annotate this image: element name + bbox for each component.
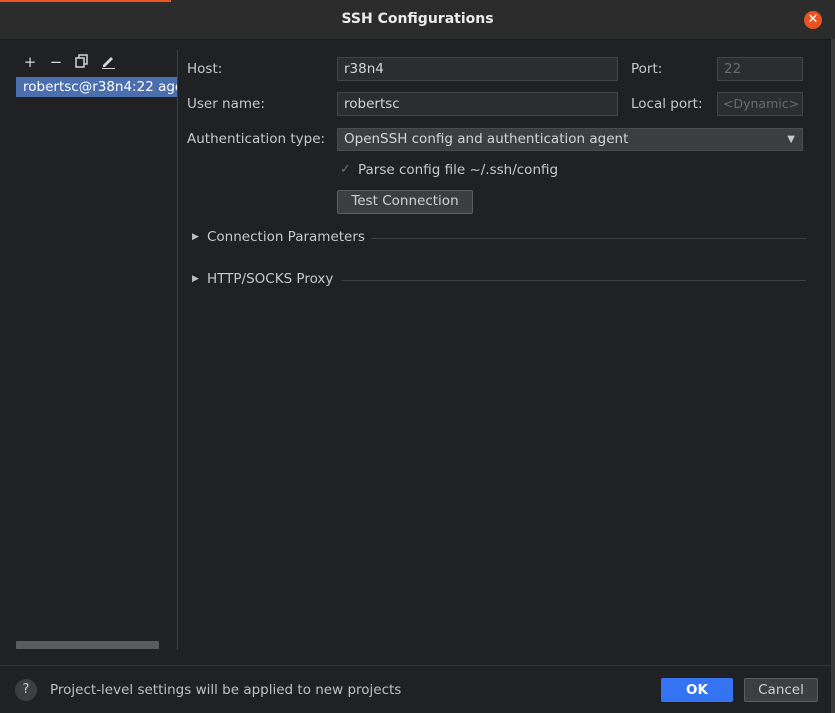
username-label: User name: (187, 96, 265, 112)
auth-type-value: OpenSSH config and authentication agent (344, 131, 629, 147)
local-port-label: Local port: (631, 96, 703, 112)
horizontal-scrollbar[interactable] (16, 641, 159, 649)
ok-button[interactable]: OK (661, 678, 733, 702)
section-divider (371, 238, 806, 239)
checkmark-icon: ✓ (340, 162, 351, 177)
list-toolbar: + − (22, 54, 116, 70)
section-divider (342, 280, 806, 281)
cancel-button[interactable]: Cancel (744, 678, 818, 702)
add-icon[interactable]: + (22, 54, 38, 70)
title-bar: SSH Configurations ✕ (0, 0, 835, 40)
pane-divider[interactable] (177, 50, 178, 650)
footer-divider (0, 665, 831, 666)
port-label: Port: (631, 61, 663, 77)
username-input[interactable]: robertsc (337, 92, 618, 116)
remove-icon[interactable]: − (48, 54, 64, 70)
help-icon[interactable]: ? (15, 679, 37, 701)
http-socks-proxy-section[interactable]: ▶ HTTP/SOCKS Proxy (192, 271, 333, 287)
window-edge (831, 39, 835, 713)
footer-message: Project-level settings will be applied t… (50, 682, 402, 698)
accent-strip (0, 0, 171, 2)
section-label: HTTP/SOCKS Proxy (207, 271, 334, 287)
auth-type-label: Authentication type: (187, 131, 326, 147)
host-label: Host: (187, 61, 223, 77)
connection-parameters-section[interactable]: ▶ Connection Parameters (192, 229, 365, 245)
chevron-down-icon: ▼ (787, 134, 795, 145)
host-input[interactable]: r38n4 (337, 57, 618, 81)
section-label: Connection Parameters (207, 229, 365, 245)
port-input[interactable]: 22 (717, 57, 803, 81)
expand-arrow-icon: ▶ (192, 232, 199, 242)
copy-icon[interactable] (74, 54, 90, 70)
parse-config-label: Parse config file ~/.ssh/config (358, 162, 559, 178)
expand-arrow-icon: ▶ (192, 274, 199, 284)
configurations-list-pane: + − robertsc@r38n4:22 agent (0, 40, 177, 652)
edit-icon[interactable] (100, 54, 116, 70)
dialog-title: SSH Configurations (341, 11, 494, 27)
local-port-input[interactable]: <Dynamic> (717, 92, 803, 116)
close-icon[interactable]: ✕ (804, 11, 822, 29)
list-item[interactable]: robertsc@r38n4:22 agent (16, 77, 177, 97)
parse-config-checkbox[interactable]: ✓ Parse config file ~/.ssh/config (340, 162, 558, 178)
auth-type-select[interactable]: OpenSSH config and authentication agent … (337, 128, 803, 151)
test-connection-button[interactable]: Test Connection (337, 190, 473, 214)
